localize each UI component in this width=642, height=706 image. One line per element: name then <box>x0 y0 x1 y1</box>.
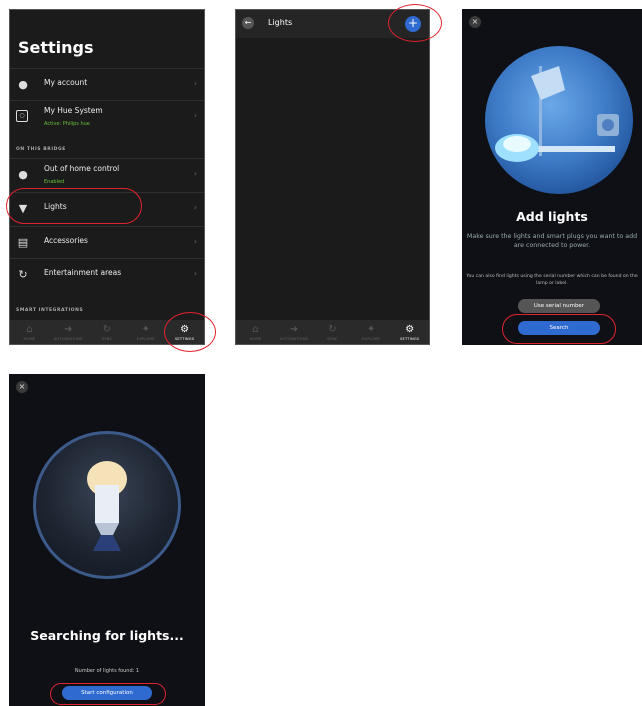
tab-label: HOME <box>23 336 36 341</box>
serial-hint: You can also find lights using the seria… <box>466 274 638 286</box>
tab-automations[interactable]: ➜ AUTOMATIONS <box>279 324 309 341</box>
lamp-graphic <box>495 66 619 162</box>
settings-item-entertainment[interactable]: ↻ Entertainment areas › <box>10 258 204 291</box>
chevron-right-icon: › <box>193 269 197 278</box>
bolt-icon: ➜ <box>63 323 73 335</box>
tab-home[interactable]: ⌂ HOME <box>14 324 44 341</box>
sync-icon: ↻ <box>102 323 112 335</box>
remote-icon: ▤ <box>17 236 29 249</box>
add-lights-title: Add lights <box>516 209 588 224</box>
settings-item-label: Accessories <box>44 236 88 245</box>
settings-item-sublabel: Active: Philips hue <box>44 121 90 127</box>
rocket-icon: ✦ <box>366 323 376 335</box>
search-progress-ring <box>33 431 181 579</box>
settings-item-label: My Hue System <box>44 106 103 115</box>
settings-item-sublabel: Enabled <box>44 179 65 185</box>
highlight-lights <box>6 188 142 224</box>
highlight-add-button <box>388 4 442 42</box>
section-header-bridge: ON THIS BRIDGE <box>16 147 66 152</box>
add-lights-description: Make sure the lights and smart plugs you… <box>466 233 638 249</box>
gear-icon: ⚙ <box>405 323 415 335</box>
settings-item-label: My account <box>44 78 88 87</box>
tab-label: EXPLORE <box>362 336 380 341</box>
rocket-icon: ✦ <box>141 323 150 335</box>
person-icon: ● <box>18 78 28 91</box>
sync-icon: ↻ <box>328 323 337 335</box>
section-header-smart: SMART INTEGRATIONS <box>16 308 84 313</box>
bridge-icon: ○ <box>16 110 28 122</box>
tab-label: SYNC <box>101 336 113 341</box>
home-icon: ⌂ <box>26 323 33 335</box>
settings-screen: Settings ● My account › ○ My Hue System … <box>9 9 205 345</box>
bulb-graphic <box>87 461 127 551</box>
page-title: Settings <box>18 38 94 57</box>
settings-item-my-hue-system[interactable]: ○ My Hue System Active: Philips hue › <box>10 100 204 135</box>
use-serial-number-button[interactable]: Use serial number <box>518 299 600 313</box>
page-title: Lights <box>268 18 293 27</box>
chevron-right-icon: › <box>193 203 197 212</box>
tab-home[interactable]: ⌂ HOME <box>240 324 270 341</box>
searching-screen: × Searching for lights... Number of ligh… <box>9 374 205 706</box>
settings-item-label: Out of home control <box>44 164 120 173</box>
chevron-right-icon: › <box>193 237 197 246</box>
tab-sync[interactable]: ↻ SYNC <box>92 324 122 341</box>
chevron-right-icon: › <box>193 79 197 88</box>
tab-label: HOME <box>249 336 262 341</box>
highlight-start-config <box>50 683 166 705</box>
tab-automations[interactable]: ➜ AUTOMATIONS <box>53 324 83 341</box>
tab-label: AUTOMATIONS <box>279 336 309 341</box>
tab-bar: ⌂ HOME ➜ AUTOMATIONS ↻ SYNC ✦ EXPLORE ⚙ SETTI… <box>236 320 429 344</box>
tab-explore[interactable]: ✦ EXPLORE <box>356 324 386 341</box>
person-icon: ● <box>18 168 28 181</box>
close-icon[interactable]: × <box>469 16 481 28</box>
tab-label: EXPLORE <box>136 336 155 341</box>
sync-icon: ↻ <box>18 268 28 281</box>
settings-item-my-account[interactable]: ● My account › <box>10 68 204 101</box>
highlight-search <box>502 314 616 344</box>
settings-item-label: Entertainment areas <box>44 268 122 277</box>
back-arrow-icon[interactable]: ← <box>242 17 254 29</box>
lights-found-count: Number of lights found: 1 <box>74 668 140 674</box>
tab-sync[interactable]: ↻ SYNC <box>317 324 347 341</box>
tab-label: AUTOMATIONS <box>53 336 83 341</box>
chevron-right-icon: › <box>193 169 197 178</box>
searching-title: Searching for lights... <box>30 628 184 643</box>
home-icon: ⌂ <box>252 323 259 335</box>
tab-settings[interactable]: ⚙ SETTINGS <box>395 324 425 341</box>
lights-screen: ← Lights + ⌂ HOME ➜ AUTOMATIONS ↻ SYNC ✦ EXP… <box>235 9 430 345</box>
tab-label: SETTINGS <box>400 336 420 341</box>
bolt-icon: ➜ <box>289 323 299 335</box>
chevron-right-icon: › <box>193 111 197 120</box>
highlight-settings-tab <box>164 312 216 352</box>
lamp-illustration <box>485 46 633 194</box>
tab-label: SYNC <box>327 336 338 341</box>
close-icon[interactable]: × <box>16 381 28 393</box>
tab-explore[interactable]: ✦ EXPLORE <box>131 324 161 341</box>
settings-item-accessories[interactable]: ▤ Accessories › <box>10 226 204 259</box>
add-lights-screen: × Add lights Make sure the lights and sm… <box>462 9 642 345</box>
